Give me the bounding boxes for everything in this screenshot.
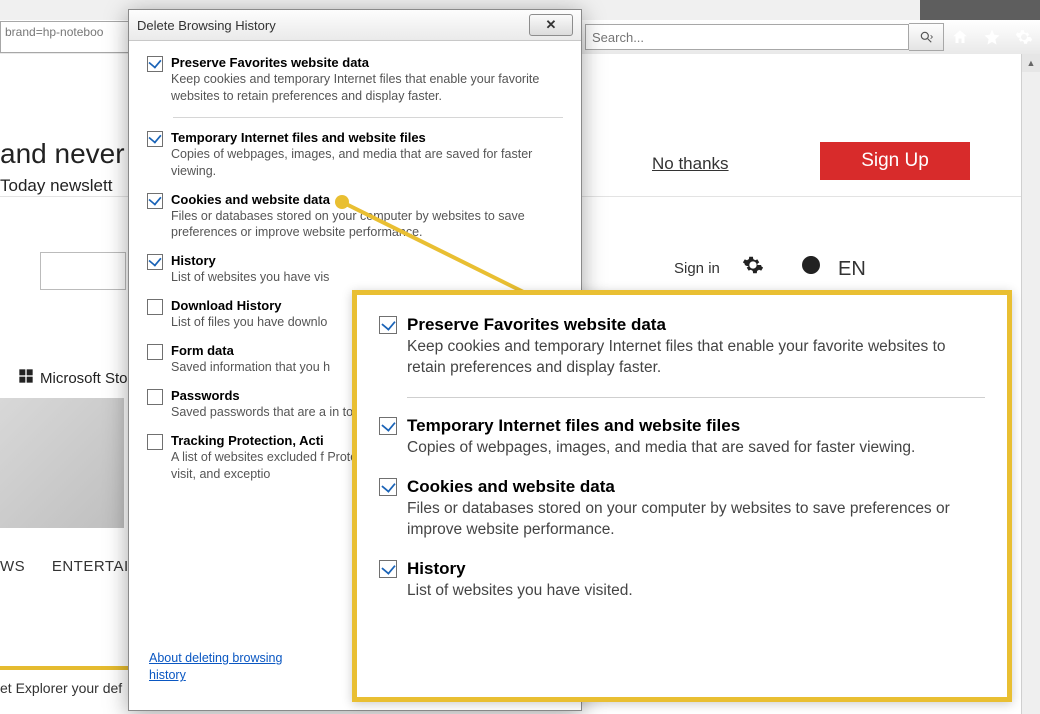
checkbox[interactable] <box>147 434 163 450</box>
option-row: Temporary Internet files and website fil… <box>379 416 985 459</box>
checkbox[interactable] <box>147 254 163 270</box>
checkbox[interactable] <box>147 131 163 147</box>
checkbox[interactable] <box>379 417 397 435</box>
page-search-input[interactable] <box>40 252 126 290</box>
checkbox[interactable] <box>147 56 163 72</box>
option-title: Form data <box>171 343 234 358</box>
option-title: Preserve Favorites website data <box>407 315 666 334</box>
language-globe-icon[interactable] <box>800 254 822 276</box>
option-title: Cookies and website data <box>407 477 615 496</box>
option-row: Preserve Favorites website data Keep cook… <box>379 315 985 379</box>
no-thanks-link[interactable]: No thanks <box>652 154 729 174</box>
option-description: List of websites you have visited. <box>407 581 633 602</box>
checkbox[interactable] <box>379 478 397 496</box>
option-description: List of files you have downlo <box>171 314 327 331</box>
option-description: List of websites you have vis <box>171 269 329 286</box>
option-description: Copies of webpages, images, and media th… <box>171 146 563 180</box>
nav-tab[interactable]: ENTERTAI <box>52 558 129 575</box>
dialog-title: Delete Browsing History <box>137 18 276 33</box>
ms-store-label: Microsoft Store <box>40 370 141 387</box>
divider <box>173 117 563 118</box>
close-icon: ✕ <box>546 17 557 33</box>
search-input[interactable] <box>585 24 909 50</box>
option-row: Preserve Favorites website dataKeep cook… <box>147 55 563 105</box>
option-title: Passwords <box>171 388 240 403</box>
zoom-callout: Preserve Favorites website data Keep cook… <box>352 290 1012 702</box>
nav-tab[interactable]: WS <box>0 558 25 575</box>
close-button[interactable]: ✕ <box>529 14 573 36</box>
option-title: Download History <box>171 298 282 313</box>
option-row: HistoryList of websites you have vis <box>147 253 563 286</box>
default-browser-prompt: et Explorer your def <box>0 680 122 696</box>
option-row: Cookies and website data Files or databas… <box>379 477 985 541</box>
checkbox[interactable] <box>379 560 397 578</box>
promo-headline: and never <box>0 138 125 170</box>
address-bar[interactable]: brand=hp-noteboo <box>0 21 138 53</box>
search-button[interactable] <box>909 23 944 51</box>
tools-gear-icon[interactable] <box>1012 25 1036 49</box>
sign-up-button[interactable]: Sign Up <box>820 142 970 180</box>
checkbox[interactable] <box>379 316 397 334</box>
option-description: Copies of webpages, images, and media th… <box>407 438 915 459</box>
checkbox[interactable] <box>147 299 163 315</box>
option-title: Tracking Protection, Acti <box>171 433 324 448</box>
option-description: Files or databases stored on your comput… <box>171 208 563 242</box>
option-row: History List of websites you have visited… <box>379 559 985 602</box>
option-title: Temporary Internet files and website fil… <box>407 416 740 435</box>
option-title: Temporary Internet files and website fil… <box>171 130 426 145</box>
favorites-star-icon[interactable] <box>980 25 1004 49</box>
option-description: Saved information that you h <box>171 359 330 376</box>
microsoft-store-link[interactable]: Microsoft Store <box>18 368 141 388</box>
ms-logo-icon <box>18 368 34 388</box>
divider <box>407 397 985 398</box>
home-icon[interactable] <box>948 25 972 49</box>
promo-subhead: Today newslett <box>0 176 112 196</box>
option-description: Files or databases stored on your comput… <box>407 499 985 541</box>
checkbox[interactable] <box>147 344 163 360</box>
option-title: Cookies and website data <box>171 192 330 207</box>
option-title: History <box>171 253 216 268</box>
dialog-titlebar: Delete Browsing History ✕ <box>129 10 581 41</box>
option-description: Keep cookies and temporary Internet file… <box>407 337 985 379</box>
checkbox[interactable] <box>147 389 163 405</box>
article-thumbnail <box>0 398 124 528</box>
scrollbar[interactable]: ▲ <box>1021 54 1040 714</box>
settings-gear-icon[interactable] <box>742 254 764 276</box>
option-row: Temporary Internet files and website fil… <box>147 130 563 180</box>
option-title: Preserve Favorites website data <box>171 55 369 70</box>
option-row: Cookies and website dataFiles or databas… <box>147 192 563 242</box>
sign-in-link[interactable]: Sign in <box>674 260 720 277</box>
language-label[interactable]: EN <box>838 258 866 281</box>
scroll-up-icon[interactable]: ▲ <box>1022 54 1040 72</box>
option-title: History <box>407 559 466 578</box>
option-description: Keep cookies and temporary Internet file… <box>171 71 563 105</box>
about-deleting-history-link[interactable]: About deleting browsing history <box>149 650 299 684</box>
checkbox[interactable] <box>147 193 163 209</box>
